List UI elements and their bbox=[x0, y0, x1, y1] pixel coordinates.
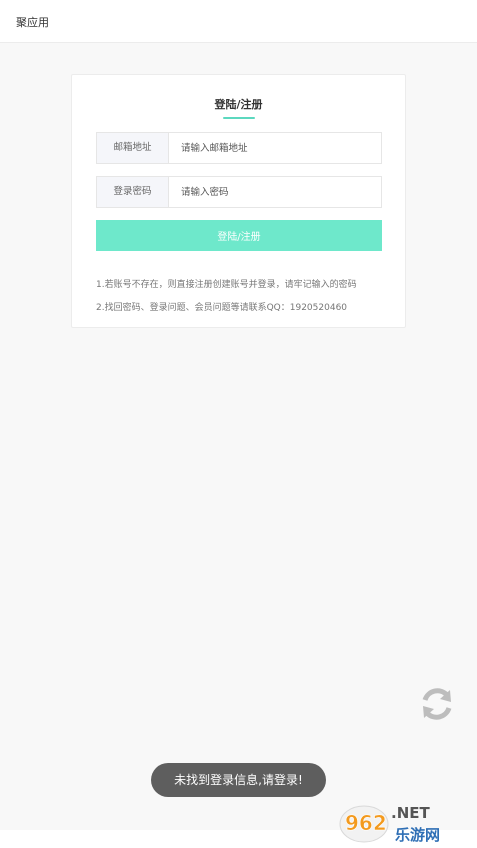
app-title: 聚应用 bbox=[16, 16, 49, 29]
top-bar: 聚应用 bbox=[0, 0, 477, 43]
watermark-logo-image: 962 .NET 乐游网 bbox=[339, 804, 440, 844]
password-input[interactable] bbox=[169, 177, 381, 207]
password-field-group: 登录密码 bbox=[96, 176, 382, 208]
email-field-group: 邮箱地址 bbox=[96, 132, 382, 164]
note-register-hint: 1.若账号不存在，则直接注册创建账号并登录，请牢记输入的密码 bbox=[96, 280, 357, 290]
svg-text:乐游网: 乐游网 bbox=[395, 826, 440, 844]
password-label: 登录密码 bbox=[97, 177, 169, 207]
email-label: 邮箱地址 bbox=[97, 133, 169, 163]
svg-text:.NET: .NET bbox=[391, 804, 430, 822]
card-title: 登陆/注册 bbox=[214, 98, 263, 111]
title-underline bbox=[223, 117, 255, 119]
watermark-logo: 962 .NET 乐游网 bbox=[337, 800, 473, 846]
email-input[interactable] bbox=[169, 133, 381, 163]
svg-text:962: 962 bbox=[345, 811, 387, 835]
refresh-icon bbox=[422, 688, 452, 720]
login-card: 登陆/注册 邮箱地址 登录密码 登陆/注册 1.若账号不存在，则直接注册创建账号… bbox=[71, 74, 406, 328]
toast-message: 未找到登录信息,请登录! bbox=[151, 763, 326, 797]
note-contact-hint: 2.找回密码、登录问题、会员问题等请联系QQ：1920520460 bbox=[96, 303, 348, 313]
refresh-button[interactable] bbox=[417, 684, 457, 724]
login-register-button[interactable]: 登陆/注册 bbox=[96, 220, 382, 251]
